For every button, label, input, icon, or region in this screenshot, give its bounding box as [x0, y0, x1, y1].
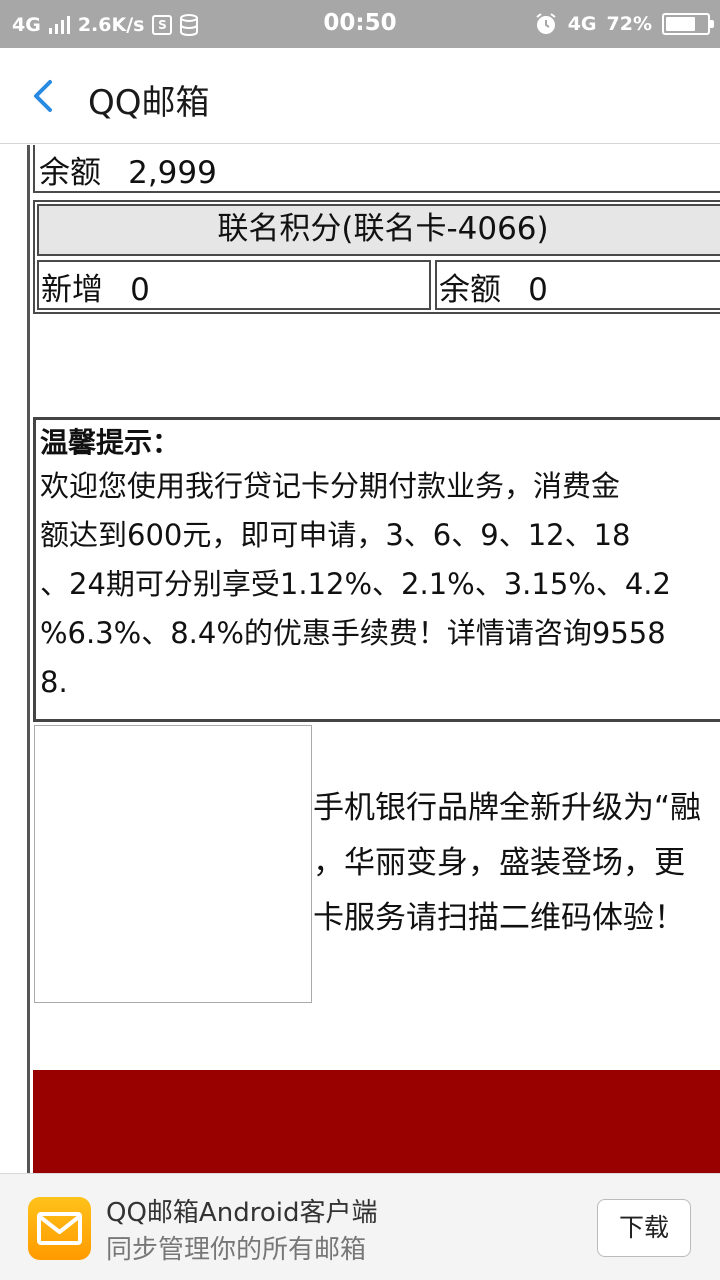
- balance-row: 余额 2,999: [33, 145, 720, 193]
- points-heading: 联名积分(联名卡-4066): [217, 211, 549, 247]
- back-arrow-icon[interactable]: [22, 74, 66, 118]
- download-button[interactable]: 下载: [597, 1199, 691, 1257]
- balance-value: 2,999: [128, 155, 217, 191]
- tip-line: 额达到600元，即可申请，3、6、9、12、18: [40, 518, 631, 552]
- email-content[interactable]: 余额 2,999 联名积分(联名卡-4066) 新增 0 余额 0 温馨提示： …: [0, 145, 720, 1173]
- status-bar: 4G 2.6K/s S 00:50 4G 72%: [0, 0, 720, 48]
- tip-line: 、24期可分别享受1.12%、2.1%、3.15%、4.2: [40, 567, 671, 601]
- battery-percent: 72%: [606, 13, 652, 35]
- promo-line: 手机银行品牌全新升级为“融: [313, 790, 702, 826]
- left-border-line: [27, 145, 30, 1173]
- page-title: QQ邮箱: [88, 83, 210, 123]
- tip-title: 温馨提示：: [40, 426, 181, 459]
- promo-text: 手机银行品牌全新升级为“融 ，华丽变身，盛装登场，更 卡服务请扫描二维码体验！: [313, 781, 720, 946]
- battery-icon: [662, 13, 714, 35]
- points-added-value: 0: [130, 272, 150, 308]
- banner-subtitle: 同步管理你的所有邮箱: [106, 1235, 367, 1265]
- tip-box: 温馨提示： 欢迎您使用我行贷记卡分期付款业务，消费金 额达到600元，即可申请，…: [33, 417, 720, 722]
- points-added-cell: 新增 0: [37, 260, 431, 310]
- mail-icon[interactable]: [28, 1197, 91, 1260]
- points-balance-label: 余额: [439, 272, 501, 308]
- app-header: QQ邮箱: [0, 48, 720, 144]
- promo-line: 卡服务请扫描二维码体验！: [313, 900, 685, 936]
- network-type-right: 4G: [567, 13, 597, 35]
- points-heading-cell: 联名积分(联名卡-4066): [37, 204, 720, 256]
- tip-line: 欢迎您使用我行贷记卡分期付款业务，消费金: [40, 469, 621, 503]
- qr-code-image: [34, 725, 312, 1003]
- footer-red-band: [33, 1070, 720, 1173]
- points-table: 联名积分(联名卡-4066) 新增 0 余额 0: [33, 200, 720, 314]
- banner-title: QQ邮箱Android客户端: [106, 1198, 378, 1228]
- app-download-banner[interactable]: QQ邮箱Android客户端 同步管理你的所有邮箱 下载: [0, 1173, 720, 1280]
- alarm-icon: [536, 13, 556, 34]
- status-right: 4G 72%: [534, 8, 714, 40]
- balance-label: 余额: [39, 155, 101, 191]
- points-added-label: 新增: [41, 272, 103, 308]
- points-balance-value: 0: [528, 272, 548, 308]
- tip-line: %6.3%、8.4%的优惠手续费！详情请咨询9558: [40, 616, 666, 650]
- tip-line: 8.: [40, 665, 68, 699]
- promo-line: ，华丽变身，盛装登场，更: [313, 845, 685, 881]
- points-balance-cell: 余额 0: [435, 260, 720, 310]
